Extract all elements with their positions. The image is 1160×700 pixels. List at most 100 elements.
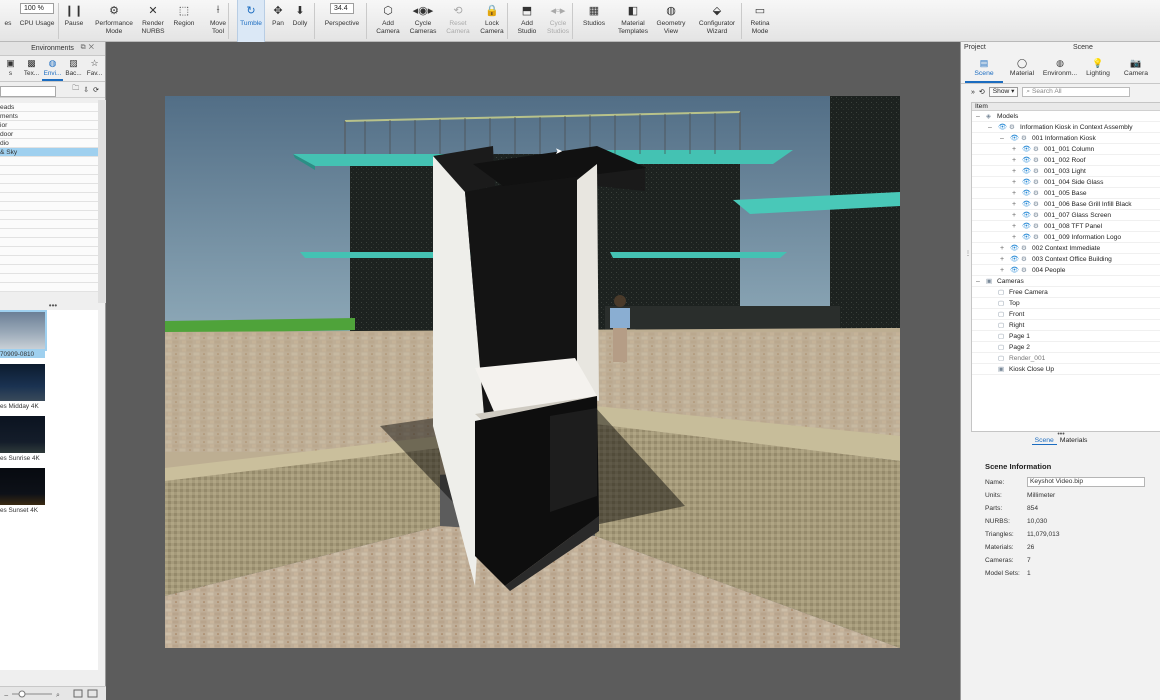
environment-folder-item[interactable] (0, 274, 98, 283)
environment-thumbnail[interactable] (0, 364, 45, 401)
scene-tree-row[interactable]: + 👁 ⚙ 001_006 Base Grill Infill Black (972, 199, 1160, 210)
environment-folder-item[interactable]: ments (0, 112, 98, 121)
bottom-tab-materials[interactable]: Materials (1057, 437, 1091, 444)
environment-folder-item[interactable] (0, 283, 98, 292)
toolbar-cycle-cameras-button[interactable]: ◂◉▸ Cycle Cameras (406, 0, 440, 42)
toolbar-lock-camera-button[interactable]: 🔒 Lock Camera (476, 0, 508, 42)
scene-tree-row[interactable]: ▢ Page 2 (972, 342, 1160, 353)
scene-tree-row[interactable]: + 👁 ⚙ 002 Context Immediate (972, 243, 1160, 254)
environment-thumbnail[interactable] (0, 416, 45, 453)
tab-environm[interactable]: ◍ Environm... (1041, 54, 1079, 83)
visibility-eye-icon[interactable]: 👁 (1022, 210, 1031, 221)
toolbar-add-studio-button[interactable]: ⬒ Add Studio (514, 0, 540, 42)
visibility-eye-icon[interactable]: 👁 (1010, 265, 1019, 276)
toolbar-pan-button[interactable]: ✥ Pan (268, 0, 288, 42)
toolbar-es-button[interactable]: es (0, 0, 16, 42)
scene-tree-row[interactable]: + 👁 ⚙ 001_001 Column (972, 144, 1160, 155)
scene-tree-row[interactable]: – ▣ Cameras (972, 276, 1160, 287)
toolbar-material-templates-button[interactable]: ◧ Material Templates (616, 0, 650, 42)
perspective-field[interactable]: 34.4 (330, 3, 354, 14)
toolbar-performance-mode-button[interactable]: ⚙ Performance Mode (90, 0, 138, 42)
environment-folder-item[interactable] (0, 229, 98, 238)
scene-tree-row[interactable]: ▢ Page 1 (972, 331, 1160, 342)
toolbar-perspective-button[interactable]: 34.4 Perspective (320, 0, 364, 42)
tab-material[interactable]: ◯ Material (1003, 54, 1041, 83)
environment-folder-item[interactable] (0, 193, 98, 202)
import-icon[interactable]: ⇩ (83, 86, 89, 94)
expand-icon[interactable]: » (971, 89, 975, 96)
expand-toggle-icon[interactable]: + (1012, 188, 1018, 199)
expand-toggle-icon[interactable]: + (1000, 254, 1006, 265)
expand-toggle-icon[interactable]: + (1012, 199, 1018, 210)
scene-tree-row[interactable]: ▢ Render_001 (972, 353, 1160, 364)
toolbar-tumble-button[interactable]: ↻ Tumble (237, 0, 265, 42)
environment-folder-item[interactable] (0, 157, 98, 166)
scene-tree-row[interactable]: + 👁 ⚙ 001_007 Glass Screen (972, 210, 1160, 221)
tab-scene[interactable]: ▤ Scene (965, 54, 1003, 83)
expand-toggle-icon[interactable]: + (1012, 144, 1018, 155)
environment-folder-item[interactable] (0, 211, 98, 220)
scene-tree-row[interactable]: ▢ Top (972, 298, 1160, 309)
visibility-eye-icon[interactable]: 👁 (1010, 133, 1019, 144)
scene-tree-row[interactable]: – 👁 ⚙ Information Kiosk in Context Assembly (972, 122, 1160, 133)
environment-folder-item[interactable]: dio (0, 139, 98, 148)
scene-tree-row[interactable]: + 👁 ⚙ 004 People (972, 265, 1160, 276)
panel-window-controls-icon[interactable]: ⧉✕ (81, 44, 97, 52)
toolbar-retina-mode-button[interactable]: ▭ Retina Mode (747, 0, 773, 42)
scene-tree-row[interactable]: + 👁 ⚙ 001_008 TFT Panel (972, 221, 1160, 232)
toolbar-render-nurbs-button[interactable]: ✕ Render NURBS (138, 0, 168, 42)
expand-toggle-icon[interactable]: + (1012, 221, 1018, 232)
refresh-icon[interactable]: ⟳ (93, 86, 99, 94)
library-tab-s[interactable]: ▣ s (0, 56, 21, 81)
expand-toggle-icon[interactable]: + (1012, 166, 1018, 177)
environment-folder-item[interactable] (0, 238, 98, 247)
visibility-eye-icon[interactable]: 👁 (1022, 144, 1031, 155)
visibility-eye-icon[interactable]: 👁 (998, 122, 1007, 133)
toolbar-region-button[interactable]: ⬚ Region (170, 0, 198, 42)
scene-tree-row[interactable]: ▢ Right (972, 320, 1160, 331)
scene-tree-row[interactable]: ▣ Kiosk Close Up (972, 364, 1160, 375)
expand-toggle-icon[interactable]: + (1012, 210, 1018, 221)
scene-tree-row[interactable]: + 👁 ⚙ 001_004 Side Glass (972, 177, 1160, 188)
camera-sync-icon[interactable]: ⟲ (979, 88, 985, 96)
scene-tree-row[interactable]: ▢ Free Camera (972, 287, 1160, 298)
library-tab-envi[interactable]: ◍ Envi... (42, 56, 63, 81)
environment-folder-item[interactable]: eads (0, 103, 98, 112)
toolbar-cpu-usage-button[interactable]: 100 % CPU Usage (17, 0, 57, 42)
right-panel-resize-handle[interactable]: ⋮ (965, 250, 971, 266)
scene-tree-row[interactable]: + 👁 ⚙ 001_009 Information Logo (972, 232, 1160, 243)
environment-folder-item[interactable] (0, 166, 98, 175)
visibility-eye-icon[interactable]: 👁 (1022, 155, 1031, 166)
toolbar-geometry-view-button[interactable]: ◍ Geometry View (653, 0, 689, 42)
cpu-usage-field[interactable]: 100 % (20, 3, 54, 14)
expand-toggle-icon[interactable]: + (1012, 232, 1018, 243)
environment-folder-item[interactable] (0, 175, 98, 184)
expand-toggle-icon[interactable]: – (976, 111, 982, 122)
environment-folder-item[interactable] (0, 220, 98, 229)
bottom-tab-scene[interactable]: Scene (1031, 437, 1057, 445)
environment-folder-item[interactable]: ior (0, 121, 98, 130)
scene-tree-row[interactable]: + 👁 ⚙ 001_002 Roof (972, 155, 1160, 166)
environment-folder-item[interactable]: & Sky (0, 148, 98, 157)
environment-folder-item[interactable] (0, 247, 98, 256)
scene-search-input[interactable]: ⌕ Search All (1022, 87, 1131, 97)
show-filter-dropdown[interactable]: Show ▾ (988, 87, 1019, 97)
scene-name-field[interactable]: Keyshot Video.bip (1027, 477, 1145, 487)
toolbar-cycle-studios-button[interactable]: ◂▫▸ Cycle Studios (543, 0, 573, 42)
render-viewport[interactable]: ➤ (165, 96, 900, 648)
toolbar-add-camera-button[interactable]: ⬡ Add Camera (373, 0, 403, 42)
toolbar-move-tool-button[interactable]: ⟊ Move Tool (204, 0, 232, 42)
thumbnail-size-slider[interactable]: ‒ ⌕ (0, 687, 106, 700)
scene-tree-row[interactable]: ▢ Front (972, 309, 1160, 320)
environment-folder-item[interactable] (0, 265, 98, 274)
scene-tree-row[interactable]: – ◈ Models (972, 111, 1160, 122)
environment-folder-item[interactable] (0, 202, 98, 211)
expand-toggle-icon[interactable]: – (1000, 133, 1006, 144)
tab-camera[interactable]: 📷 Camera (1117, 54, 1155, 83)
tab-lighting[interactable]: 💡 Lighting (1079, 54, 1117, 83)
expand-toggle-icon[interactable]: + (1012, 155, 1018, 166)
toolbar-pause-button[interactable]: ❙❙ Pause (60, 0, 88, 42)
toolbar-studios-button[interactable]: ▦ Studios (579, 0, 609, 42)
library-tab-tex[interactable]: ▩ Tex... (21, 56, 42, 81)
visibility-eye-icon[interactable]: 👁 (1022, 177, 1031, 188)
